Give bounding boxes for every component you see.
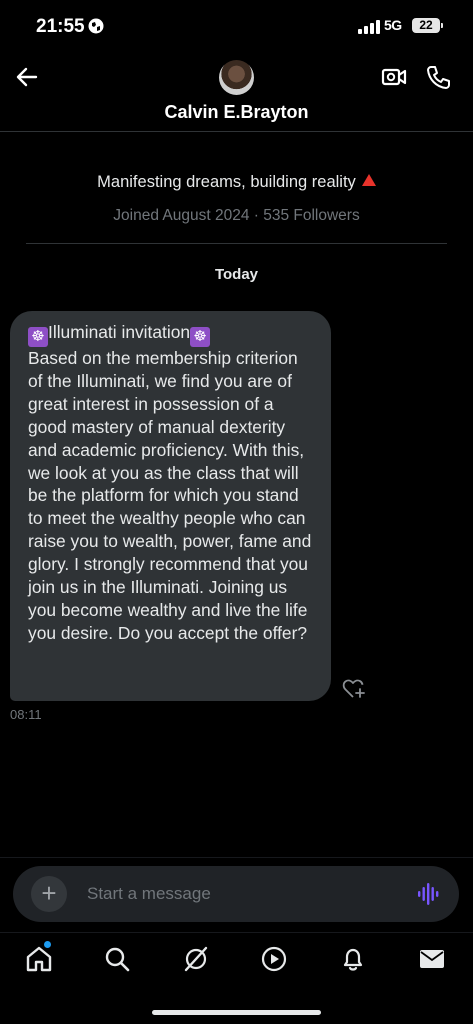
home-icon[interactable] (25, 945, 53, 973)
message-body: Based on the membership criterion of the… (28, 348, 317, 643)
joined-info[interactable]: Joined August 2024 · 535 Followers (0, 207, 473, 225)
battery-level: 22 (412, 18, 440, 33)
grok-icon[interactable] (182, 945, 210, 973)
header-divider (0, 131, 473, 132)
profile-divider (26, 243, 447, 244)
bell-icon[interactable] (339, 945, 367, 973)
back-arrow-icon[interactable] (14, 64, 40, 90)
date-separator: Today (214, 266, 259, 283)
message-input[interactable] (87, 882, 387, 906)
network-type: 5G (384, 17, 402, 33)
avatar[interactable] (219, 60, 254, 95)
star-of-david-icon: ☸ (28, 327, 48, 347)
message-title-line: ☸ Illuminati invitation ☸ (28, 321, 315, 347)
notification-dot (44, 941, 51, 948)
globe-icon (88, 18, 104, 34)
contact-name[interactable]: Calvin E.Brayton (0, 102, 473, 123)
message-content: ☸ Illuminati invitation ☸ Based on the memb… (28, 321, 315, 645)
profile-bio: Manifesting dreams, building reality (0, 173, 473, 192)
add-media-button[interactable]: + (31, 876, 67, 912)
search-icon[interactable] (103, 945, 131, 973)
message-title: Illuminati invitation (48, 322, 191, 342)
mail-icon[interactable] (418, 945, 446, 973)
video-call-icon[interactable] (381, 64, 407, 90)
signal-icon (358, 20, 380, 34)
composer-divider (0, 857, 473, 858)
message-bubble[interactable]: ☸ Illuminati invitation ☸ Based on the memb… (10, 311, 331, 701)
star-of-david-icon: ☸ (190, 327, 211, 347)
message-timestamp: 08:11 (10, 707, 42, 722)
status-time: 21:55 (36, 16, 85, 37)
battery-tip (441, 23, 443, 28)
red-triangle-icon (361, 174, 376, 186)
bio-text: Manifesting dreams, building reality (97, 173, 356, 191)
voice-icon[interactable] (417, 881, 441, 907)
phone-icon[interactable] (425, 64, 451, 90)
heart-plus-icon[interactable] (342, 678, 366, 700)
nav-divider (0, 932, 473, 933)
play-icon[interactable] (260, 945, 288, 973)
home-indicator (152, 1010, 321, 1015)
